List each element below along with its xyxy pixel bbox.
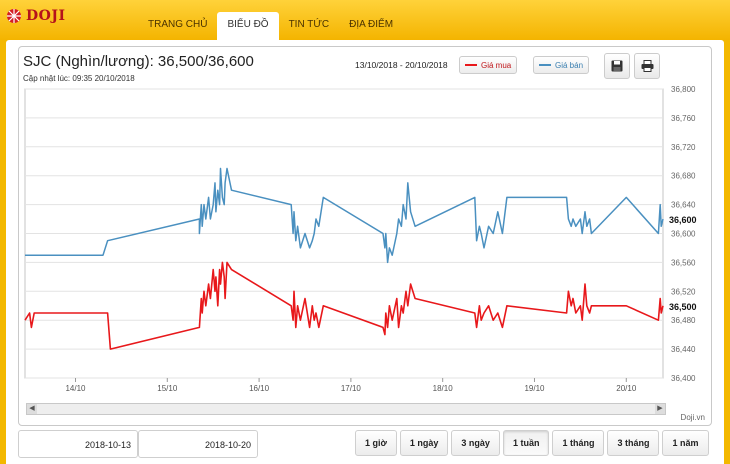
y-tick-label: 36,640 (671, 201, 696, 210)
content-panel: SJC (Nghìn/lương): 36,500/36,600 Cập nhậ… (6, 40, 724, 464)
buy-price-line (24, 261, 664, 350)
chart-container: SJC (Nghìn/lương): 36,500/36,600 Cập nhậ… (18, 46, 712, 426)
y-tick-label: 36,480 (671, 316, 696, 325)
y-tick-label: 36,560 (671, 258, 696, 267)
x-tick-label: 19/10 (524, 384, 545, 393)
y-tick-label: 36,400 (671, 374, 696, 383)
range-button-1-year[interactable]: 1 năm (662, 430, 709, 456)
x-tick-label: 20/10 (616, 384, 637, 393)
logo-text: DOJI (26, 8, 66, 24)
x-tick-label: 17/10 (341, 384, 362, 393)
scroll-left-icon[interactable]: ◀ (27, 404, 37, 414)
credit-label: Doji.vn (680, 413, 705, 422)
top-bar: DOJI TRANG CHỦ BIỂU ĐỒ TIN TỨC ĐỊA ĐIỂM (0, 0, 730, 40)
chart-scrollbar[interactable]: ◀ ▶ (26, 403, 666, 415)
x-tick-label: 16/10 (249, 384, 270, 393)
x-tick-label: 18/10 (433, 384, 454, 393)
nav-item-home[interactable]: TRANG CHỦ (138, 12, 217, 40)
last-sell-value: 36,600 (669, 215, 697, 225)
price-chart: 14/10 15/10 16/10 17/10 18/10 19/10 20/10 36,4… (24, 85, 697, 393)
x-tick-label: 14/10 (65, 384, 86, 393)
grid (24, 88, 664, 379)
y-tick-label: 36,600 (671, 230, 696, 239)
doji-logo-icon (7, 9, 21, 23)
y-tick-label: 36,520 (671, 287, 696, 296)
y-tick-label: 36,760 (671, 114, 696, 123)
nav-item-chart[interactable]: BIỂU ĐỒ (217, 12, 279, 40)
range-button-1-month[interactable]: 1 tháng (552, 430, 605, 456)
date-to-field[interactable]: 2018-10-20 (138, 430, 258, 458)
logo[interactable]: DOJI (6, 6, 66, 26)
y-tick-label: 36,800 (671, 85, 696, 94)
date-from-field[interactable]: 2018-10-13 (18, 430, 138, 458)
nav-item-locations[interactable]: ĐỊA ĐIỂM (339, 12, 403, 40)
y-tick-label: 36,680 (671, 172, 696, 181)
y-axis-ticks: 36,400 36,440 36,480 36,520 36,560 36,600 36,6… (671, 85, 696, 383)
main-nav: TRANG CHỦ BIỂU ĐỒ TIN TỨC ĐỊA ĐIỂM (138, 12, 403, 40)
x-axis-ticks: 14/10 15/10 16/10 17/10 18/10 19/10 20/10 (65, 378, 637, 393)
x-tick-label: 15/10 (157, 384, 178, 393)
range-button-3-months[interactable]: 3 tháng (607, 430, 660, 456)
series-layer (24, 167, 664, 350)
y-tick-label: 36,720 (671, 143, 696, 152)
y-tick-label: 36,440 (671, 345, 696, 354)
range-buttons: 1 giờ 1 ngày 3 ngày 1 tuần 1 tháng 3 thá… (355, 430, 709, 456)
last-buy-value: 36,500 (669, 302, 697, 312)
range-button-3-days[interactable]: 3 ngày (451, 430, 500, 456)
nav-item-news[interactable]: TIN TỨC (279, 12, 340, 40)
range-button-1-week[interactable]: 1 tuần (502, 430, 550, 456)
sell-price-line (25, 167, 664, 264)
scroll-right-icon[interactable]: ▶ (655, 404, 665, 414)
range-button-1-day[interactable]: 1 ngày (399, 430, 449, 456)
range-button-1-hour[interactable]: 1 giờ (355, 430, 397, 456)
